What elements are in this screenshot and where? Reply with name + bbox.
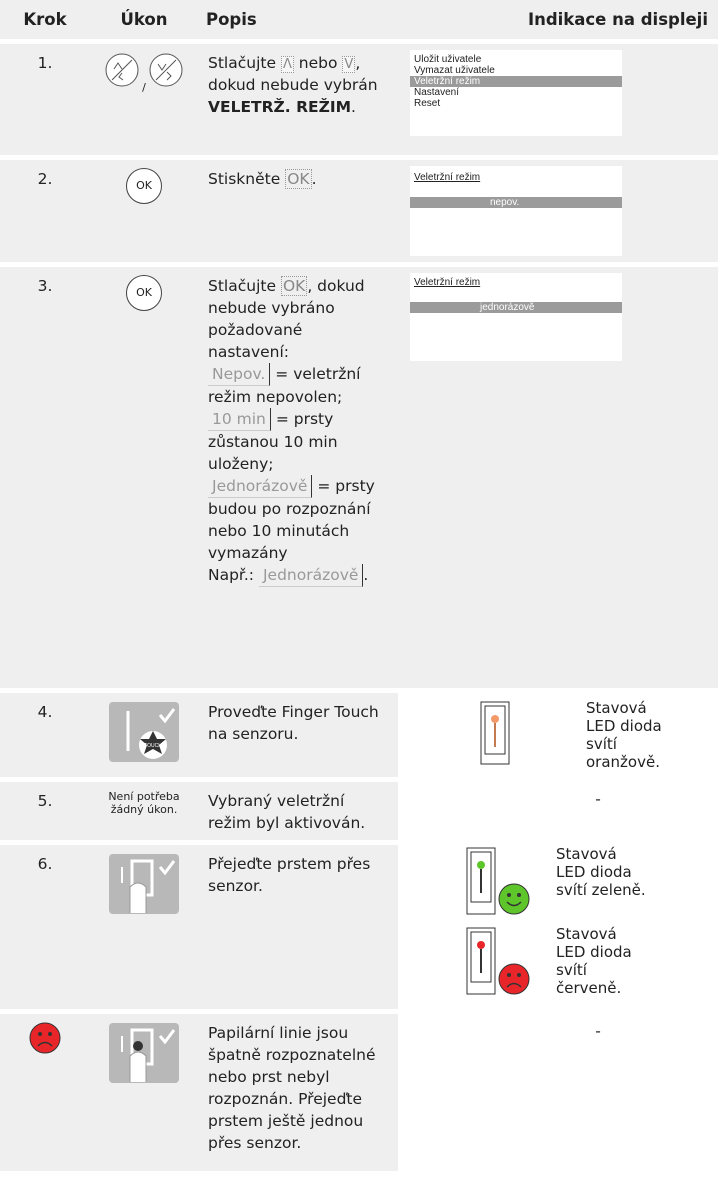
sad-face-icon <box>29 1022 61 1058</box>
action-cell <box>90 1009 198 1171</box>
desc-text: Např.: <box>208 566 255 584</box>
table-row: 5. Není potřeba žádný úkon. Vybraný vele… <box>0 777 718 840</box>
action-cell <box>90 840 198 1009</box>
led-status-text: Stavová LED dioda svítí oranžově. <box>586 699 662 771</box>
table-row: 1. / Stlačujte Λ nebo V, dokud nebude vy… <box>0 39 718 155</box>
step-number: 3. <box>0 262 90 688</box>
action-cell: Není potřeba žádný úkon. <box>90 777 198 840</box>
table-row: 6. Přejeďte prstem přes senzor. Stavová … <box>0 840 718 1009</box>
menu-name: VELETRŽ. REŽIM <box>208 98 352 116</box>
menu-item: Vymazat uživatele <box>414 65 495 76</box>
table-header: Krok Úkon Popis Indikace na displeji <box>0 0 718 39</box>
finger-swipe-icon <box>108 854 180 919</box>
ok-button-icon: OK <box>126 168 162 204</box>
action-cell: / <box>90 39 198 155</box>
description-cell: Papilární linie jsou špatně rozpoznateln… <box>198 1009 398 1171</box>
description-cell: Vybraný veletržní režim byl aktivován. <box>198 777 398 840</box>
display-cell: Uložit uživatele Vymazat uživatele Velet… <box>398 39 718 155</box>
sensor-red-icon <box>466 927 532 1003</box>
table-row: 4. TOUCH Proveďte Finger Touch na senzor… <box>0 688 718 777</box>
action-cell: OK <box>90 262 198 688</box>
led-red-indicator: Stavová LED dioda svítí červeně. <box>398 925 718 1009</box>
arrow-down-right-button-icon <box>148 52 184 94</box>
option-value: 10 min <box>208 408 271 431</box>
led-indicator: Stavová LED dioda svítí oranžově. <box>398 699 718 771</box>
key-up-label: Λ <box>280 56 294 73</box>
step-number: 6. <box>0 840 90 1009</box>
key-ok-label: OK <box>280 276 308 296</box>
sensor-green-icon <box>466 847 532 923</box>
step-cell <box>0 1009 90 1171</box>
table-row: 2. OK Stiskněte OK. Veletržní režim nepo… <box>0 155 718 262</box>
screen-value: jednorázově <box>410 302 622 313</box>
menu-item: Reset <box>414 98 441 109</box>
ok-button-icon: OK <box>126 275 162 311</box>
step-number: 1. <box>0 39 90 155</box>
description-cell: Proveďte Finger Touch na senzoru. <box>198 688 398 777</box>
screen-value-text: jednorázově <box>480 302 535 313</box>
touch-label: TOUCH <box>144 743 162 749</box>
action-cell: OK <box>90 155 198 262</box>
display-screen: Veletržní režim nepov. <box>410 166 622 256</box>
display-cell: - <box>398 777 718 840</box>
led-status-text: Stavová LED dioda svítí zeleně. <box>556 845 646 899</box>
step-number: 2. <box>0 155 90 262</box>
screen-value-text: nepov. <box>490 197 520 208</box>
display-cell: Veletržní režim nepov. <box>398 155 718 262</box>
menu-item: Uložit uživatele <box>414 54 482 65</box>
menu-item-selected: Veletržní režim <box>410 76 622 87</box>
finger-touch-icon: TOUCH <box>108 702 180 767</box>
led-green-indicator: Stavová LED dioda svítí zeleně. <box>398 845 718 921</box>
instruction-page: Krok Úkon Popis Indikace na displeji 1. … <box>0 0 718 1194</box>
arrow-up-left-button-icon <box>104 52 140 94</box>
desc-text: Stlačujte <box>208 277 276 295</box>
slash-text: / <box>142 81 146 94</box>
desc-text: , <box>355 54 361 72</box>
display-screen: Uložit uživatele Vymazat uživatele Velet… <box>410 50 622 136</box>
menu-item: Nastavení <box>414 87 460 98</box>
desc-text: dokud nebude vybrán <box>208 76 378 94</box>
display-cell: - <box>398 1009 718 1171</box>
display-cell: Stavová LED dioda svítí zeleně. Stavová … <box>398 840 718 1009</box>
screen-title: Veletržní režim <box>414 172 481 183</box>
table-row: 3. OK Stlačujte OK, dokud nebude vybráno… <box>0 262 718 688</box>
header-display: Indikace na displeji <box>398 0 718 39</box>
steps-table: Krok Úkon Popis Indikace na displeji 1. … <box>0 0 718 1171</box>
display-screen: Veletržní režim jednorázově <box>410 273 622 361</box>
step-number: 4. <box>0 688 90 777</box>
led-status-text: Stavová LED dioda svítí červeně. <box>556 925 632 997</box>
header-description: Popis <box>198 0 398 39</box>
screen-title: Veletržní režim <box>414 277 481 288</box>
description-cell: Stlačujte OK, dokud nebude vybráno požad… <box>198 262 398 688</box>
description-cell: Stiskněte OK. <box>198 155 398 262</box>
key-down-label: V <box>342 56 356 73</box>
description-cell: Stlačujte Λ nebo V, dokud nebude vybrán … <box>198 39 398 155</box>
option-value: Nepov. <box>208 363 271 386</box>
sensor-orange-icon <box>480 701 510 771</box>
description-cell: Přejeďte prstem přes senzor. <box>198 840 398 1009</box>
display-cell: Veletržní režim jednorázově <box>398 262 718 688</box>
desc-text: . <box>363 566 369 584</box>
desc-text: Stiskněte <box>208 170 281 188</box>
finger-swipe-again-icon <box>108 1023 180 1088</box>
step-number: 5. <box>0 777 90 840</box>
header-action: Úkon <box>90 0 198 39</box>
desc-text: Stlačujte <box>208 54 276 72</box>
screen-value: nepov. <box>410 197 622 208</box>
desc-text: . <box>351 98 356 116</box>
desc-text: nebo <box>298 54 338 72</box>
option-value: Jednorázově <box>208 475 313 498</box>
desc-text: . <box>311 170 317 188</box>
option-value: Jednorázově <box>258 564 364 587</box>
display-cell: Stavová LED dioda svítí oranžově. <box>398 688 718 777</box>
header-step: Krok <box>0 0 90 39</box>
key-ok-label: OK <box>285 169 312 189</box>
action-cell: TOUCH <box>90 688 198 777</box>
table-row: Papilární linie jsou špatně rozpoznateln… <box>0 1009 718 1171</box>
